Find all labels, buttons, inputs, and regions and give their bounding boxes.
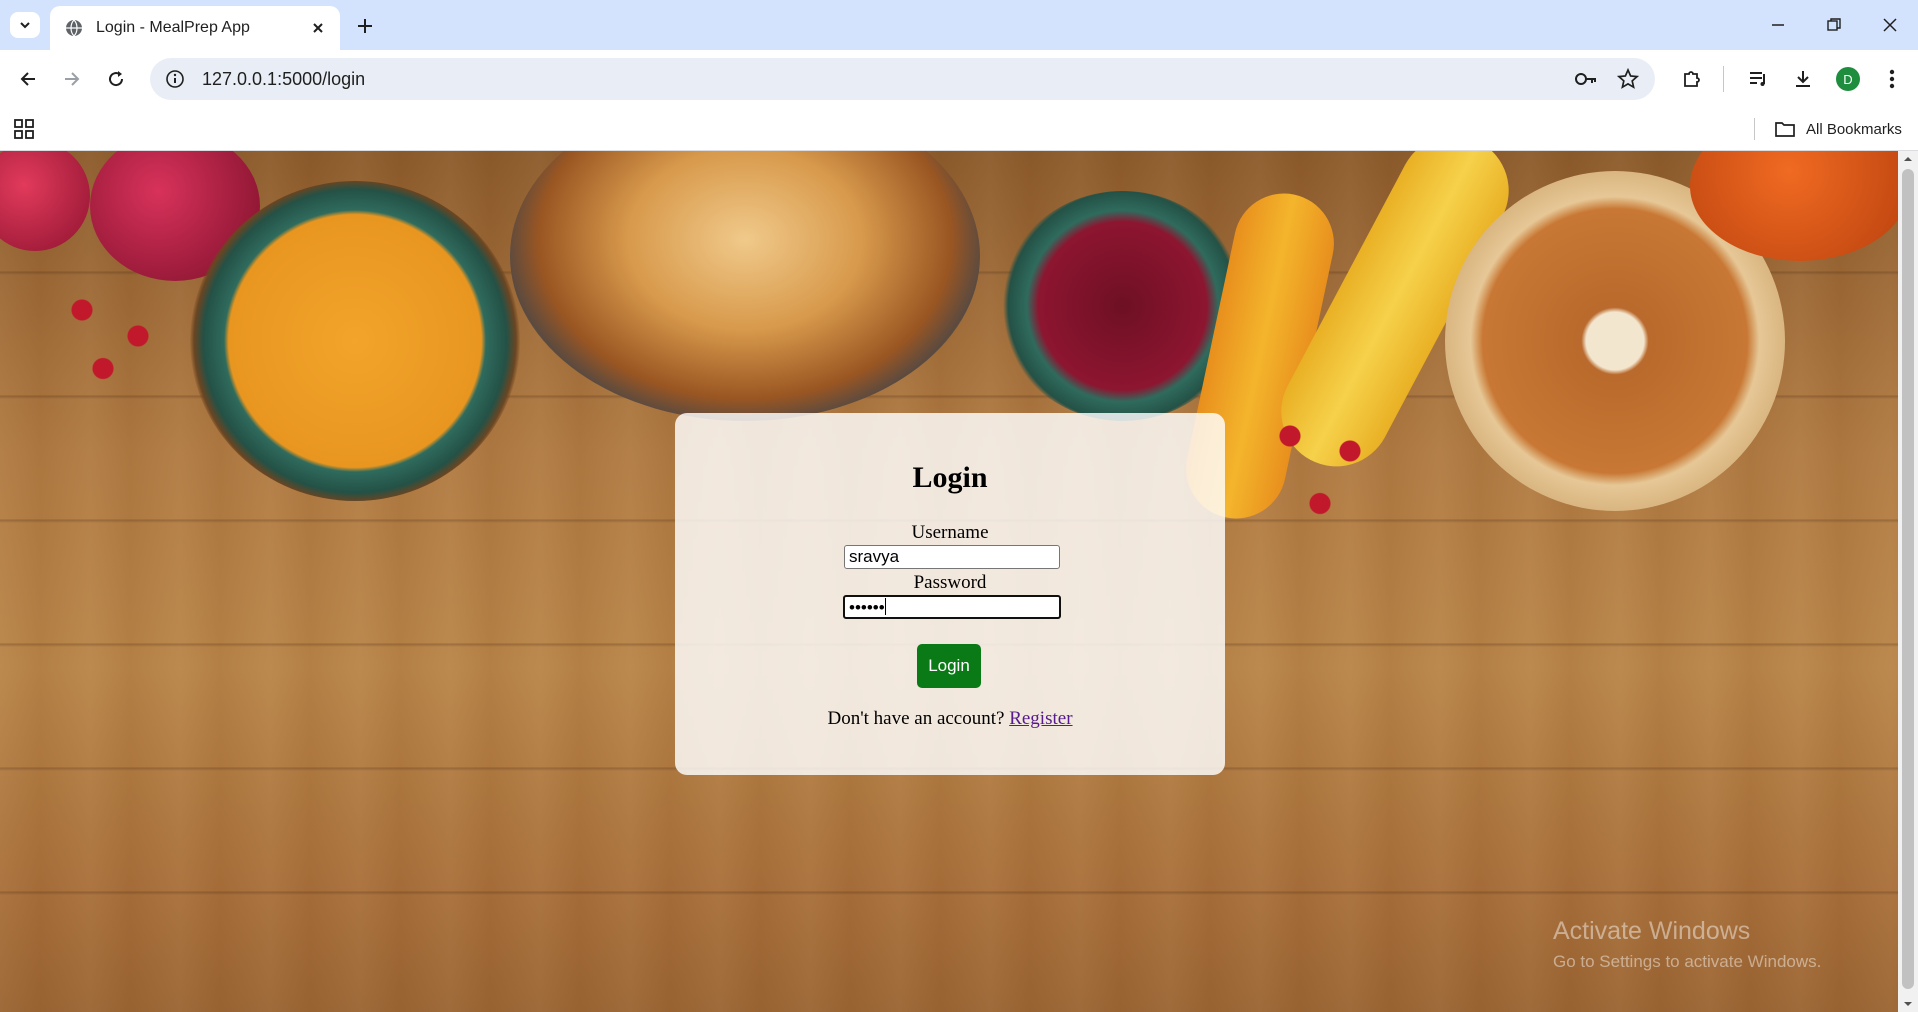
- browser-menu-button[interactable]: [1876, 63, 1908, 95]
- login-button[interactable]: Login: [917, 644, 981, 688]
- url-text[interactable]: 127.0.0.1:5000/login: [202, 69, 1571, 90]
- password-key-icon[interactable]: [1571, 64, 1601, 94]
- berries-image-2: [1245, 391, 1395, 541]
- tab-title: Login - MealPrep App: [96, 19, 250, 36]
- profile-initial: D: [1843, 71, 1853, 87]
- close-icon: [1883, 18, 1897, 32]
- close-window-button[interactable]: [1870, 10, 1910, 40]
- page-scrollbar[interactable]: [1898, 151, 1918, 1012]
- kebab-menu-icon: [1889, 69, 1895, 89]
- login-heading: Login: [912, 461, 988, 494]
- register-prompt-text: Don't have an account?: [827, 708, 1005, 729]
- globe-icon: [66, 19, 82, 37]
- minimize-icon: [1772, 24, 1784, 26]
- tab-close-icon[interactable]: [308, 18, 328, 38]
- watermark-subtitle: Go to Settings to activate Windows.: [1553, 952, 1822, 971]
- roast-chicken-image: [510, 151, 980, 421]
- arrow-right-icon: [65, 72, 80, 86]
- address-bar[interactable]: 127.0.0.1:5000/login: [150, 58, 1655, 100]
- scroll-down-arrow-icon[interactable]: [1902, 998, 1914, 1010]
- extensions-button[interactable]: [1676, 63, 1708, 95]
- new-tab-button[interactable]: [352, 13, 378, 39]
- bookmarks-bar: All Bookmarks: [0, 108, 1918, 151]
- password-input[interactable]: ••••••: [843, 595, 1061, 619]
- forward-button[interactable]: [56, 63, 88, 95]
- all-bookmarks-button[interactable]: All Bookmarks: [1774, 116, 1902, 142]
- plus-icon: [358, 19, 372, 33]
- bookmark-star-icon[interactable]: [1613, 64, 1643, 94]
- arrow-left-icon: [20, 72, 35, 86]
- media-controls-button[interactable]: [1742, 63, 1774, 95]
- site-info-icon[interactable]: [164, 68, 186, 90]
- scrollbar-thumb[interactable]: [1902, 169, 1914, 989]
- restore-button[interactable]: [1814, 10, 1854, 40]
- navigation-bar: 127.0.0.1:5000/login D: [0, 50, 1918, 108]
- download-icon: [1796, 71, 1810, 87]
- register-prompt: Don't have an account? Register: [675, 708, 1225, 730]
- restore-icon: [1827, 18, 1841, 31]
- username-label: Username: [911, 522, 989, 543]
- tab-strip: Login - MealPrep App: [0, 0, 1918, 50]
- tab-search-button[interactable]: [10, 12, 40, 38]
- toolbar-divider: [1723, 66, 1724, 92]
- all-bookmarks-label: All Bookmarks: [1806, 120, 1902, 138]
- reload-icon: [109, 71, 124, 87]
- profile-button[interactable]: D: [1832, 63, 1864, 95]
- berries-image: [40, 271, 180, 401]
- password-label: Password: [913, 572, 987, 593]
- browser-tab-active[interactable]: Login - MealPrep App: [50, 6, 340, 50]
- register-link[interactable]: Register: [1009, 708, 1072, 729]
- minimize-button[interactable]: [1758, 10, 1798, 40]
- chevron-down-icon: [20, 22, 30, 29]
- folder-icon: [1775, 122, 1795, 137]
- back-button[interactable]: [12, 63, 44, 95]
- text-cursor: [884, 598, 886, 615]
- pomegranate-image: [0, 151, 90, 251]
- avatar: D: [1836, 67, 1860, 91]
- puzzle-icon: [1684, 71, 1700, 87]
- scroll-up-arrow-icon[interactable]: [1902, 153, 1914, 165]
- pumpkin-puree-bowl-image: [190, 181, 520, 501]
- downloads-button[interactable]: [1787, 63, 1819, 95]
- playlist-icon: [1750, 72, 1765, 86]
- bookmarks-divider: [1754, 118, 1755, 140]
- watermark-title: Activate Windows: [1553, 917, 1751, 945]
- apps-grid-icon[interactable]: [12, 117, 36, 141]
- password-mask: ••••••: [849, 598, 885, 617]
- activate-windows-watermark: Activate Windows Go to Settings to activ…: [1553, 917, 1821, 972]
- login-card: Login Username sravya Password •••••• Lo…: [675, 413, 1225, 775]
- reload-button[interactable]: [100, 63, 132, 95]
- username-input[interactable]: sravya: [844, 545, 1060, 569]
